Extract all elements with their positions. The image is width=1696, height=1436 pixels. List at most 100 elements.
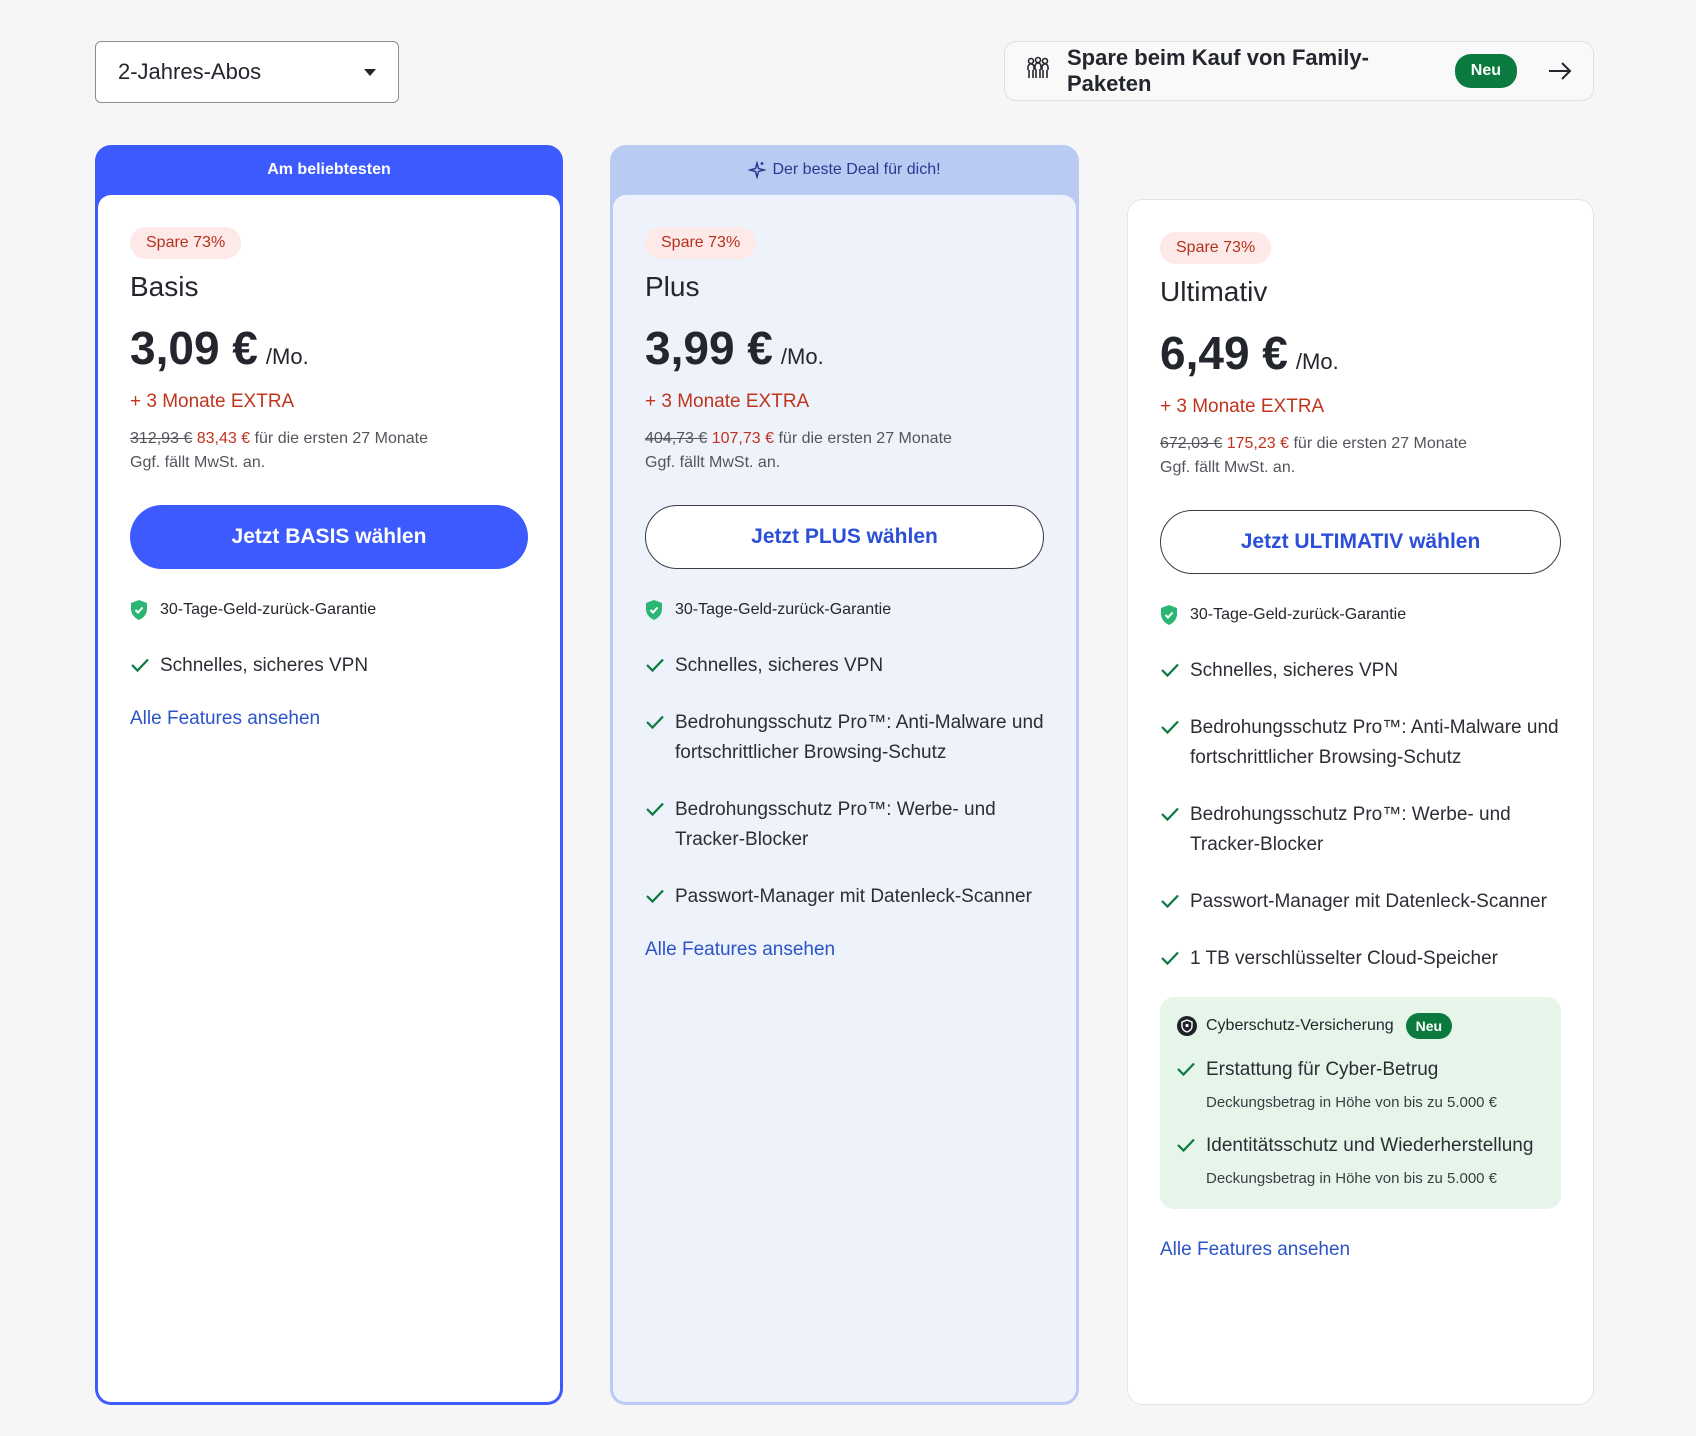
guarantee-text: 30-Tage-Geld-zurück-Garantie xyxy=(675,601,892,618)
feature-item: 1 TB verschlüsselter Cloud-Speicher xyxy=(1160,944,1561,974)
price-details: 672,03 € 175,23 € für die ersten 27 Mona… xyxy=(1160,432,1561,480)
save-badge: Spare 73% xyxy=(1160,232,1272,264)
feature-text: Bedrohungsschutz Pro™: Werbe- und Tracke… xyxy=(1190,804,1511,855)
term-select-value: 2-Jahres-Abos xyxy=(118,59,262,84)
plan-price: 6,49 € xyxy=(1160,327,1288,379)
term-text: für die ersten 27 Monate xyxy=(778,430,952,447)
arrow-right-icon xyxy=(1547,61,1573,81)
check-icon xyxy=(1160,662,1180,678)
term-text: für die ersten 27 Monate xyxy=(254,430,429,447)
plan-card-basis: Am beliebtesten Spare 73% Basis 3,09 € /… xyxy=(95,145,563,1405)
chevron-down-icon xyxy=(364,68,376,76)
plan-price: 3,09 € xyxy=(130,322,258,374)
vat-note: Ggf. fällt MwSt. an. xyxy=(645,454,781,471)
plan-card-plus: Der beste Deal für dich! Spare 73% Plus … xyxy=(610,145,1079,1405)
plan-name: Ultimativ xyxy=(1160,276,1268,307)
choose-basis-button[interactable]: Jetzt BASIS wählen xyxy=(130,505,528,569)
new-badge: Neu xyxy=(1454,54,1517,88)
check-icon xyxy=(645,801,665,817)
plan-name: Plus xyxy=(645,271,700,302)
check-icon xyxy=(645,714,665,730)
vat-note: Ggf. fällt MwSt. an. xyxy=(130,454,266,471)
insurance-item-coverage: Deckungsbetrag in Höhe von bis zu 5.000 … xyxy=(1206,1094,1498,1111)
save-badge: Spare 73% xyxy=(645,227,757,259)
choose-ultimativ-button[interactable]: Jetzt ULTIMATIV wählen xyxy=(1160,510,1561,574)
guarantee-text: 30-Tage-Geld-zurück-Garantie xyxy=(160,601,377,618)
insurance-list: Erstattung für Cyber-Betrug Deckungsbetr… xyxy=(1176,1055,1545,1191)
feature-text: Schnelles, sicheres VPN xyxy=(1190,660,1399,681)
new-price: 83,43 € xyxy=(196,430,251,447)
new-price: 107,73 € xyxy=(711,430,775,447)
vat-note: Ggf. fällt MwSt. an. xyxy=(1160,459,1296,476)
extra-months: + 3 Monate EXTRA xyxy=(1160,396,1325,417)
feature-text: Schnelles, sicheres VPN xyxy=(675,655,884,676)
shield-check-icon xyxy=(130,599,148,621)
old-price: 672,03 € xyxy=(1160,435,1223,452)
check-icon xyxy=(645,888,665,904)
feature-item: Passwort-Manager mit Datenleck-Scanner xyxy=(645,882,1044,912)
new-price: 175,23 € xyxy=(1226,435,1290,452)
feature-text: Bedrohungsschutz Pro™: Anti-Malware und … xyxy=(675,712,1044,763)
extra-months: + 3 Monate EXTRA xyxy=(645,391,810,412)
insurance-item-label: Erstattung für Cyber-Betrug xyxy=(1206,1059,1439,1080)
money-back-guarantee: 30-Tage-Geld-zurück-Garantie xyxy=(130,599,528,621)
plan-name: Basis xyxy=(130,271,199,302)
feature-text: 1 TB verschlüsselter Cloud-Speicher xyxy=(1190,948,1499,969)
feature-item: Bedrohungsschutz Pro™: Werbe- und Tracke… xyxy=(1160,800,1561,860)
family-packages-banner[interactable]: Spare beim Kauf von Family-Paketen Neu xyxy=(1004,41,1594,101)
choose-plus-button[interactable]: Jetzt PLUS wählen xyxy=(645,505,1044,569)
old-price: 404,73 € xyxy=(645,430,708,447)
check-icon xyxy=(1176,1061,1196,1077)
insurance-item: Erstattung für Cyber-Betrug Deckungsbetr… xyxy=(1176,1055,1545,1115)
feature-text: Passwort-Manager mit Datenleck-Scanner xyxy=(675,886,1032,907)
plan-banner: Am beliebtesten xyxy=(267,161,391,178)
sparkle-icon xyxy=(748,161,767,179)
check-icon xyxy=(1176,1137,1196,1153)
extra-months: + 3 Monate EXTRA xyxy=(130,391,295,412)
check-icon xyxy=(130,657,150,673)
plan-card-ultimativ: Spare 73% Ultimativ 6,49 € /Mo. + 3 Mona… xyxy=(1127,199,1594,1405)
all-features-link[interactable]: Alle Features ansehen xyxy=(1160,1239,1350,1261)
check-icon xyxy=(645,657,665,673)
feature-item: Bedrohungsschutz Pro™: Anti-Malware und … xyxy=(645,708,1044,768)
feature-item: Passwort-Manager mit Datenleck-Scanner xyxy=(1160,887,1561,917)
all-features-link[interactable]: Alle Features ansehen xyxy=(130,708,320,730)
insurance-item-coverage: Deckungsbetrag in Höhe von bis zu 5.000 … xyxy=(1206,1170,1498,1187)
check-icon xyxy=(1160,893,1180,909)
money-back-guarantee: 30-Tage-Geld-zurück-Garantie xyxy=(1160,604,1561,626)
feature-text: Bedrohungsschutz Pro™: Werbe- und Tracke… xyxy=(675,799,996,850)
insurance-shield-icon xyxy=(1176,1015,1198,1037)
shield-check-icon xyxy=(645,599,663,621)
plan-price: 3,99 € xyxy=(645,322,773,374)
feature-list: Schnelles, sicheres VPN xyxy=(130,651,528,681)
insurance-item: Identitätsschutz und Wiederherstellung D… xyxy=(1176,1131,1545,1191)
price-period: /Mo. xyxy=(265,344,309,369)
check-icon xyxy=(1160,950,1180,966)
insurance-title: Cyberschutz-Versicherung xyxy=(1206,1017,1394,1034)
price-details: 404,73 € 107,73 € für die ersten 27 Mona… xyxy=(645,427,1044,475)
feature-item: Bedrohungsschutz Pro™: Werbe- und Tracke… xyxy=(645,795,1044,855)
new-badge: Neu xyxy=(1405,1013,1453,1039)
feature-item: Bedrohungsschutz Pro™: Anti-Malware und … xyxy=(1160,713,1561,773)
check-icon xyxy=(1160,806,1180,822)
feature-list: Schnelles, sicheres VPN Bedrohungsschutz… xyxy=(1160,656,1561,974)
family-icon xyxy=(1025,56,1051,87)
shield-check-icon xyxy=(1160,604,1178,626)
old-price: 312,93 € xyxy=(130,430,193,447)
money-back-guarantee: 30-Tage-Geld-zurück-Garantie xyxy=(645,599,1044,621)
feature-list: Schnelles, sicheres VPN Bedrohungsschutz… xyxy=(645,651,1044,912)
feature-item: Schnelles, sicheres VPN xyxy=(645,651,1044,681)
feature-text: Passwort-Manager mit Datenleck-Scanner xyxy=(1190,891,1547,912)
plan-banner-text: Der beste Deal für dich! xyxy=(772,161,941,178)
feature-item: Schnelles, sicheres VPN xyxy=(1160,656,1561,686)
feature-text: Schnelles, sicheres VPN xyxy=(160,655,369,676)
check-icon xyxy=(1160,719,1180,735)
feature-item: Schnelles, sicheres VPN xyxy=(130,651,528,681)
guarantee-text: 30-Tage-Geld-zurück-Garantie xyxy=(1190,606,1407,623)
feature-text: Bedrohungsschutz Pro™: Anti-Malware und … xyxy=(1190,717,1559,768)
term-text: für die ersten 27 Monate xyxy=(1293,435,1467,452)
term-select[interactable]: 2-Jahres-Abos xyxy=(95,41,399,103)
all-features-link[interactable]: Alle Features ansehen xyxy=(645,939,835,961)
plan-banner: Der beste Deal für dich! xyxy=(613,145,1076,195)
price-details: 312,93 € 83,43 € für die ersten 27 Monat… xyxy=(130,427,528,475)
